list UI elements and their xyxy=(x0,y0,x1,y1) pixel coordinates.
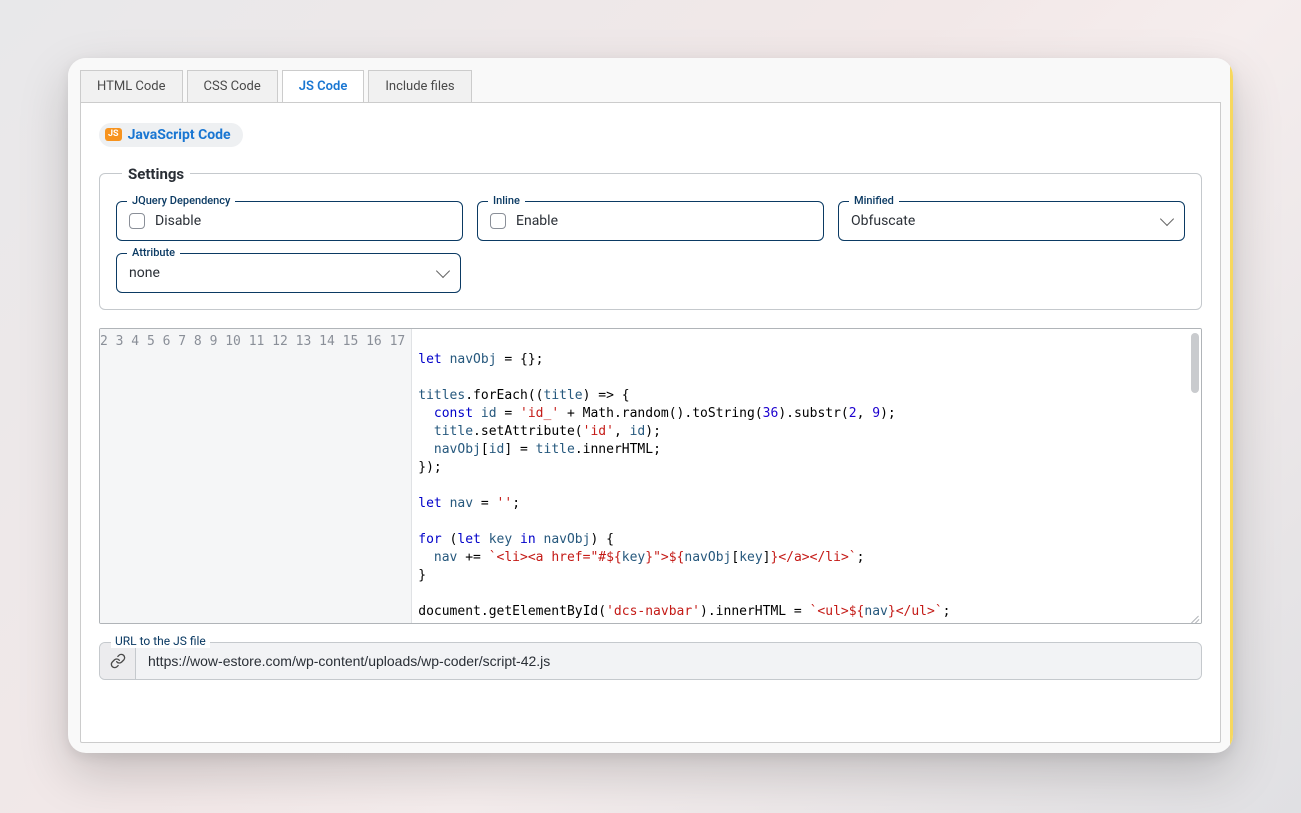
tab-content: JS JavaScript Code Settings JQuery Depen… xyxy=(80,102,1221,743)
tab-html[interactable]: HTML Code xyxy=(80,70,183,102)
minified-value: Obfuscate xyxy=(851,213,915,229)
inline-label: Enable xyxy=(516,213,558,229)
jquery-checkbox[interactable] xyxy=(129,213,145,229)
js-icon: JS xyxy=(105,128,122,141)
window-accent-edge xyxy=(1230,58,1233,753)
tab-css[interactable]: CSS Code xyxy=(187,70,278,102)
section-title: JavaScript Code xyxy=(128,127,231,143)
settings-row-2: Attribute none xyxy=(116,253,1185,293)
tab-js[interactable]: JS Code xyxy=(282,70,365,102)
resize-handle[interactable] xyxy=(1187,609,1201,623)
url-input[interactable] xyxy=(136,643,1201,679)
settings-legend: Settings xyxy=(122,165,190,183)
attribute-value: none xyxy=(129,265,160,281)
settings-row-1: JQuery Dependency Disable Inline Enable … xyxy=(116,201,1185,241)
chevron-down-icon xyxy=(436,263,450,277)
line-gutter: 2 3 4 5 6 7 8 9 10 11 12 13 14 15 16 17 xyxy=(100,329,412,623)
section-header: JS JavaScript Code xyxy=(99,123,243,147)
jquery-label: Disable xyxy=(155,213,201,229)
inline-checkbox[interactable] xyxy=(490,213,506,229)
attribute-select[interactable]: Attribute none xyxy=(116,253,461,293)
minified-legend: Minified xyxy=(849,194,899,207)
chevron-down-icon xyxy=(1160,211,1174,225)
inline-legend: Inline xyxy=(488,194,525,207)
editor-window: HTML Code CSS Code JS Code Include files… xyxy=(68,58,1233,753)
link-icon xyxy=(100,643,136,679)
tab-include[interactable]: Include files xyxy=(368,70,471,102)
jquery-legend: JQuery Dependency xyxy=(127,194,235,207)
code-editor[interactable]: 2 3 4 5 6 7 8 9 10 11 12 13 14 15 16 17 … xyxy=(99,328,1202,624)
settings-fieldset: Settings JQuery Dependency Disable Inlin… xyxy=(99,165,1202,310)
inline-field[interactable]: Inline Enable xyxy=(477,201,824,241)
url-field: URL to the JS file xyxy=(99,642,1202,680)
url-legend: URL to the JS file xyxy=(111,634,210,648)
scrollbar-thumb[interactable] xyxy=(1191,333,1199,393)
jquery-dependency-field[interactable]: JQuery Dependency Disable xyxy=(116,201,463,241)
code-lines[interactable]: let navObj = {}; titles.forEach((title) … xyxy=(412,329,1201,623)
minified-select[interactable]: Minified Obfuscate xyxy=(838,201,1185,241)
attribute-legend: Attribute xyxy=(127,246,180,259)
tabs: HTML Code CSS Code JS Code Include files xyxy=(68,58,1233,102)
